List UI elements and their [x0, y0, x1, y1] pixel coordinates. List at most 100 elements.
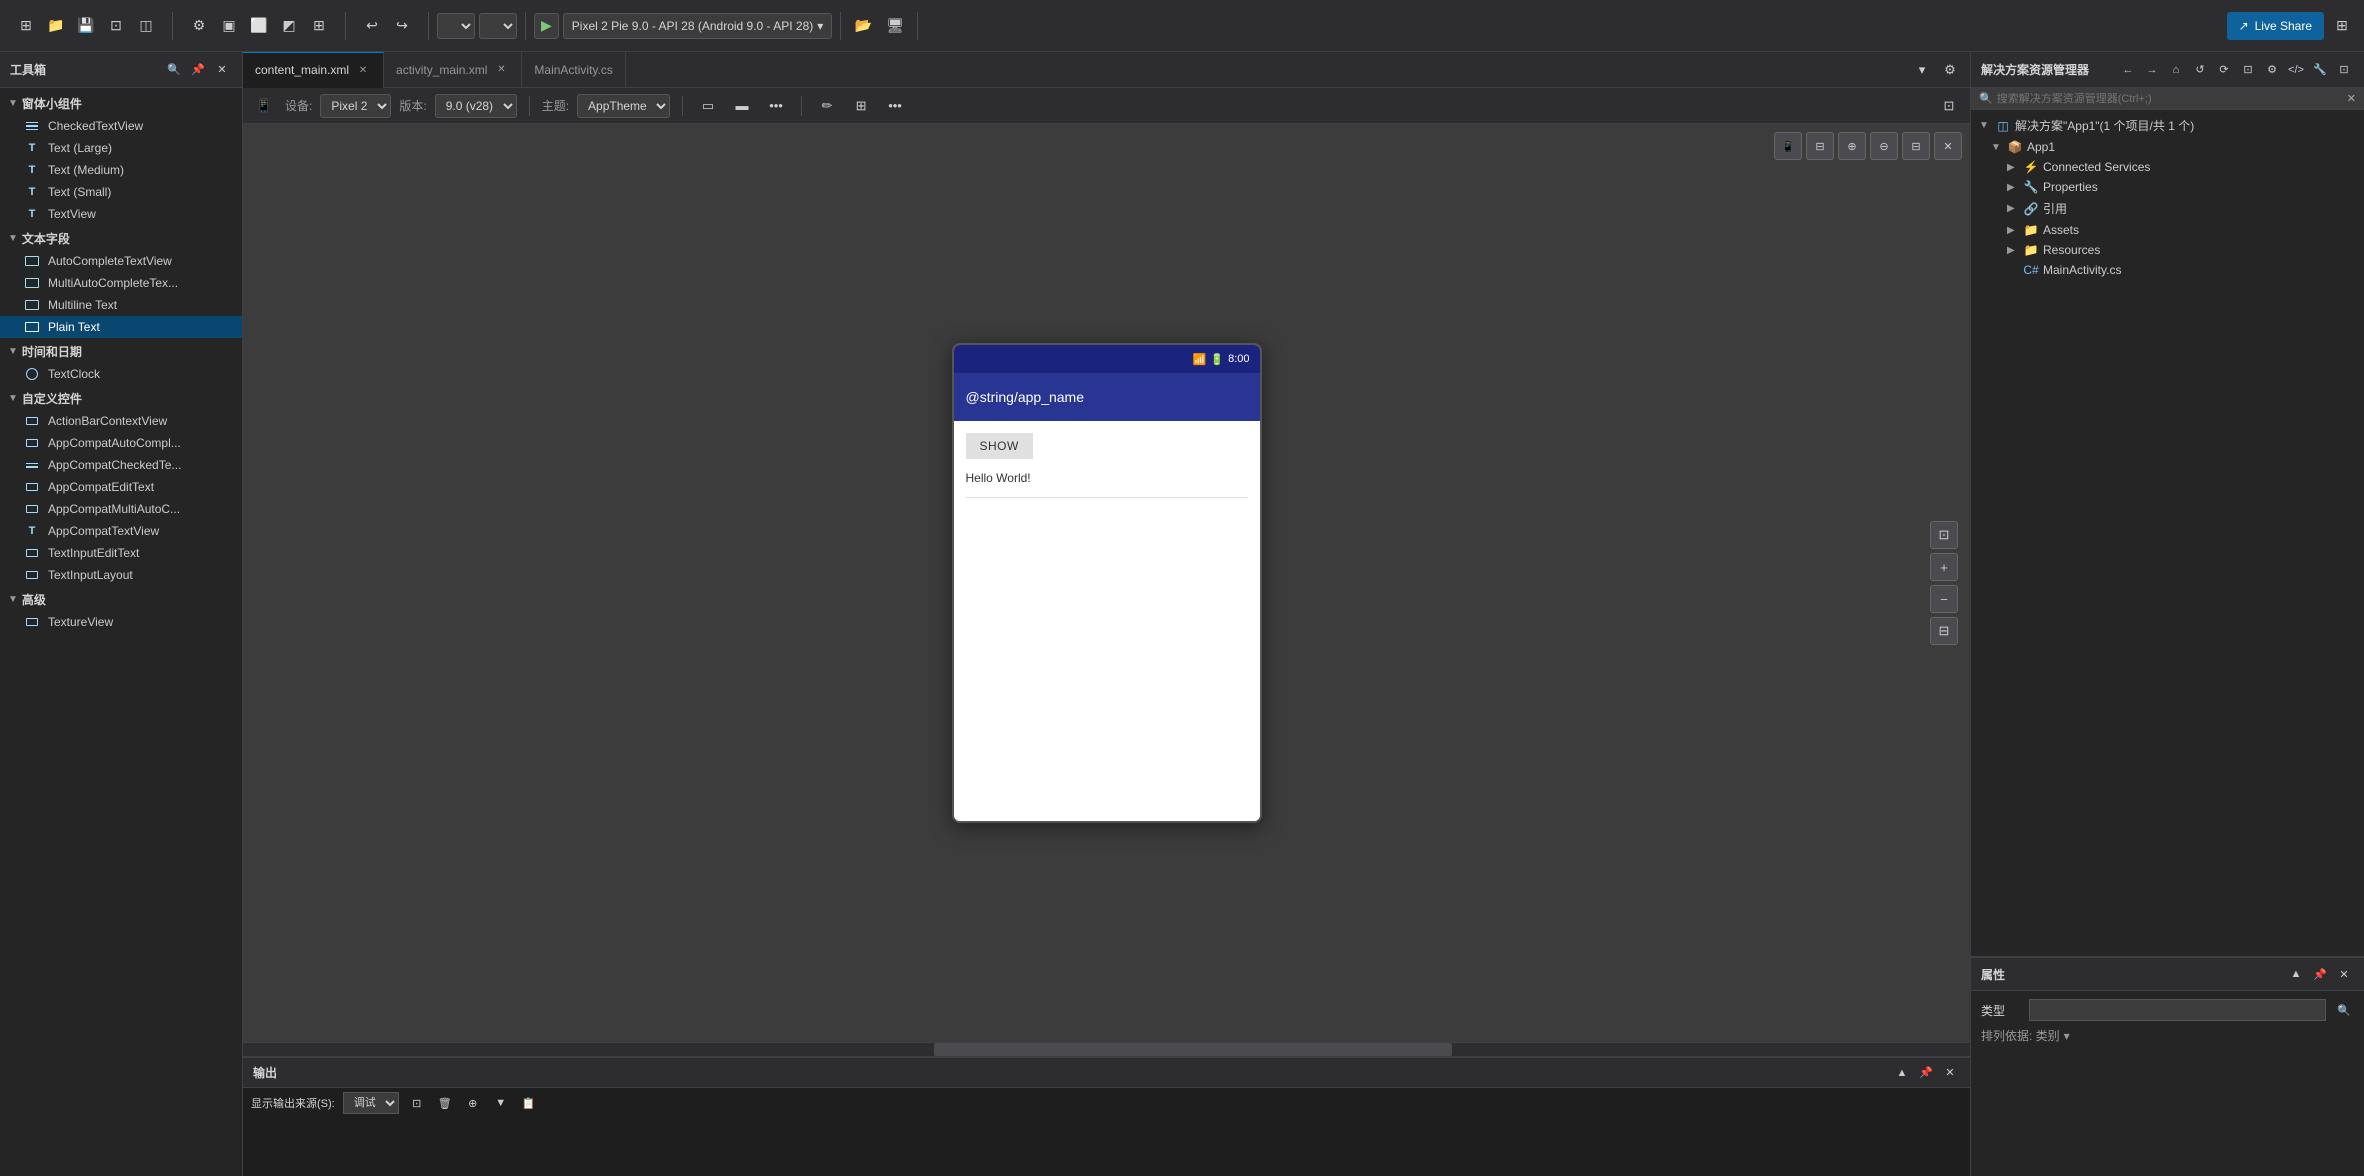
- designer-version-select[interactable]: 9.0 (v28): [435, 94, 517, 118]
- toolbox-item-multiline[interactable]: Multiline Text: [0, 294, 242, 316]
- sol-refresh-btn[interactable]: ⟳: [2214, 60, 2234, 80]
- output-toolbar-btn3[interactable]: ⊕: [463, 1093, 483, 1113]
- view-mode-fit-btn[interactable]: ⊟: [1902, 132, 1930, 160]
- toolbar-btn-ref[interactable]: ▣: [215, 12, 243, 40]
- output-toolbar-btn5[interactable]: 📋: [519, 1093, 539, 1113]
- zoom-reset-btn[interactable]: ⊟: [1930, 617, 1958, 645]
- toolbar-btn-nav[interactable]: ◩: [275, 12, 303, 40]
- zoom-fit-btn[interactable]: ⊡: [1930, 521, 1958, 549]
- toolbox-item-text-small[interactable]: T Text (Small): [0, 181, 242, 203]
- designer-phone-icon[interactable]: 📱: [251, 93, 277, 119]
- toolbox-item-plain-text[interactable]: Plain Text: [0, 316, 242, 338]
- designer-window-icon[interactable]: ⊡: [1936, 93, 1962, 119]
- toolbar-btn-folder[interactable]: 📂: [849, 12, 877, 40]
- toolbox-item-autocomplete[interactable]: AutoCompleteTextView: [0, 250, 242, 272]
- toolbar-btn-box[interactable]: ⬜: [245, 12, 273, 40]
- phone-show-button[interactable]: SHOW: [966, 433, 1033, 459]
- view-mode-zoom-out-btn[interactable]: ⊖: [1870, 132, 1898, 160]
- properties-search-icon[interactable]: 🔍: [2334, 1000, 2354, 1020]
- designer-theme-select[interactable]: AppTheme: [577, 94, 670, 118]
- prop-close-btn[interactable]: ✕: [2334, 964, 2354, 984]
- output-pin-btn[interactable]: 📌: [1916, 1063, 1936, 1083]
- tab-content-main-xml[interactable]: content_main.xml ✕: [243, 52, 384, 88]
- output-source-select[interactable]: 调试: [343, 1092, 399, 1114]
- tab-activity-main-xml[interactable]: activity_main.xml ✕: [384, 52, 522, 88]
- designer-phone-landscape-icon[interactable]: ▬: [729, 93, 755, 119]
- designer-more-icon[interactable]: •••: [763, 93, 789, 119]
- toolbox-item-appcompat-auto[interactable]: AppCompatAutoCompl...: [0, 432, 242, 454]
- toolbox-section-advanced-header[interactable]: ▼ 高级: [0, 588, 242, 611]
- designer-edit-icon[interactable]: ✏: [814, 93, 840, 119]
- view-mode-close-btn[interactable]: ✕: [1934, 132, 1962, 160]
- toolbox-section-textfields-header[interactable]: ▼ 文本字段: [0, 227, 242, 250]
- tab-mainactivity-cs[interactable]: MainActivity.cs: [522, 52, 625, 88]
- toolbar-btn-expand[interactable]: ⊞: [2328, 12, 2356, 40]
- toolbox-item-textclock[interactable]: TextClock: [0, 363, 242, 385]
- toolbox-section-custom-header[interactable]: ▼ 自定义控件: [0, 387, 242, 410]
- sol-tool-btn[interactable]: 🔧: [2310, 60, 2330, 80]
- scrollbar-thumb[interactable]: [934, 1043, 1452, 1056]
- view-mode-zoom-in-btn[interactable]: ⊕: [1838, 132, 1866, 160]
- designer-grid-icon[interactable]: ⊞: [848, 93, 874, 119]
- output-expand-btn[interactable]: ▲: [1892, 1063, 1912, 1083]
- toolbox-item-appcompat-edit[interactable]: AppCompatEditText: [0, 476, 242, 498]
- toolbar-btn-new[interactable]: ⊞: [12, 12, 40, 40]
- device-selector[interactable]: Pixel 2 Pie 9.0 - API 28 (Android 9.0 - …: [563, 13, 833, 39]
- view-mode-phone-btn[interactable]: 📱: [1774, 132, 1802, 160]
- toolbox-pin-btn[interactable]: 📌: [188, 60, 208, 80]
- run-button[interactable]: ▶: [534, 13, 559, 39]
- toolbar-btn-open[interactable]: 📁: [42, 12, 70, 40]
- toolbox-item-multiauto[interactable]: MultiAutoCompleteTex...: [0, 272, 242, 294]
- toolbar-btn-saveall[interactable]: ⊡: [102, 12, 130, 40]
- tree-item-app1[interactable]: ▼ 📦 App1: [1971, 137, 2364, 157]
- tab-close-content-main[interactable]: ✕: [355, 62, 371, 78]
- output-toolbar-btn1[interactable]: ⊡: [407, 1093, 427, 1113]
- sol-code-btn[interactable]: </>: [2286, 60, 2306, 80]
- toolbox-item-actionbar[interactable]: ActionBarContextView: [0, 410, 242, 432]
- tree-item-references[interactable]: ▶ 🔗 引用: [1971, 197, 2364, 220]
- debug-config-select[interactable]: Debug: [437, 13, 475, 39]
- tree-item-mainactivity[interactable]: C# MainActivity.cs: [1971, 260, 2364, 280]
- prop-pin-btn[interactable]: 📌: [2310, 964, 2330, 984]
- zoom-in-btn[interactable]: +: [1930, 553, 1958, 581]
- live-share-button[interactable]: ↗ Live Share: [2227, 12, 2324, 40]
- search-clear-btn[interactable]: ✕: [2347, 92, 2356, 105]
- sol-sync-btn[interactable]: ↺: [2190, 60, 2210, 80]
- tab-dropdown-icon[interactable]: ▾: [1910, 58, 1934, 82]
- toolbox-search-btn[interactable]: 🔍: [164, 60, 184, 80]
- tree-item-resources[interactable]: ▶ 📁 Resources: [1971, 240, 2364, 260]
- toolbox-item-checked-text-view[interactable]: CheckedTextView: [0, 115, 242, 137]
- tree-item-properties[interactable]: ▶ 🔧 Properties: [1971, 177, 2364, 197]
- toolbox-item-appcompat-text[interactable]: T AppCompatTextView: [0, 520, 242, 542]
- cpu-select[interactable]: Any CPU: [479, 13, 517, 39]
- toolbar-btn-monitor[interactable]: 🖥: [881, 12, 909, 40]
- toolbox-item-appcompat-multiauto[interactable]: AppCompatMultiAutoC...: [0, 498, 242, 520]
- tree-item-connected-services[interactable]: ▶ ⚡ Connected Services: [1971, 157, 2364, 177]
- tab-settings-icon[interactable]: ⚙: [1938, 58, 1962, 82]
- toolbar-btn-save[interactable]: 💾: [72, 12, 100, 40]
- toolbar-btn-new2[interactable]: ◫: [132, 12, 160, 40]
- toolbar-btn-undo[interactable]: ↩: [358, 12, 386, 40]
- tab-close-activity-main[interactable]: ✕: [493, 62, 509, 78]
- output-close-btn[interactable]: ✕: [1940, 1063, 1960, 1083]
- toolbox-item-texture-view[interactable]: TextureView: [0, 611, 242, 633]
- solution-search-input[interactable]: [1997, 93, 2343, 105]
- designer-options-icon[interactable]: •••: [882, 93, 908, 119]
- toolbox-item-textinput-layout[interactable]: TextInputLayout: [0, 564, 242, 586]
- zoom-out-btn[interactable]: −: [1930, 585, 1958, 613]
- properties-type-input[interactable]: [2029, 999, 2326, 1021]
- sol-expand-btn[interactable]: ⊡: [2334, 60, 2354, 80]
- sol-nav-forward-btn[interactable]: →: [2142, 60, 2162, 80]
- sol-filter-btn[interactable]: ⊡: [2238, 60, 2258, 80]
- sol-home-btn[interactable]: ⌂: [2166, 60, 2186, 80]
- toolbox-item-text-large[interactable]: T Text (Large): [0, 137, 242, 159]
- toolbox-item-textview[interactable]: T TextView: [0, 203, 242, 225]
- toolbox-section-datetime-header[interactable]: ▼ 时间和日期: [0, 340, 242, 363]
- output-toolbar-btn4[interactable]: ▼: [491, 1093, 511, 1113]
- designer-phone-portrait-icon[interactable]: ▭: [695, 93, 721, 119]
- designer-device-select[interactable]: Pixel 2: [320, 94, 391, 118]
- toolbox-close-btn[interactable]: ✕: [212, 60, 232, 80]
- toolbar-btn-extra[interactable]: ⊞: [305, 12, 333, 40]
- toolbox-item-textinput-edit[interactable]: TextInputEditText: [0, 542, 242, 564]
- sol-nav-back-btn[interactable]: ←: [2118, 60, 2138, 80]
